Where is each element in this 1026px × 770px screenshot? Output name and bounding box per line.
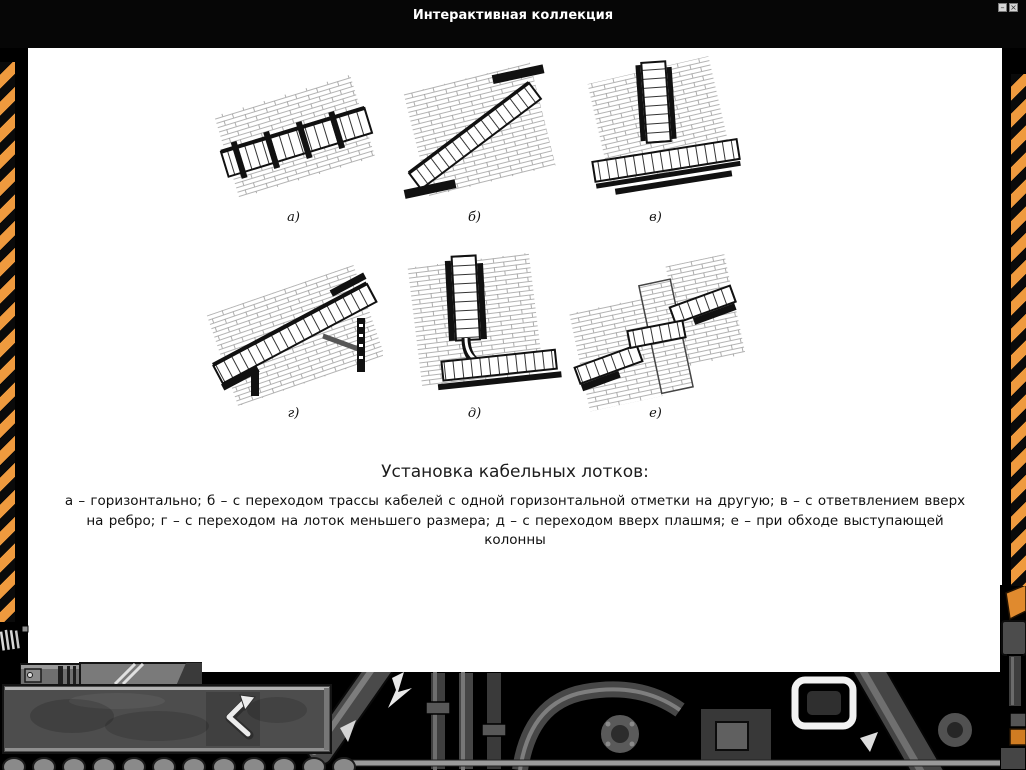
caption-body: а – горизонтально; б – с переходом трасс… <box>59 492 971 551</box>
caption-title: Установка кабельных лотков: <box>28 462 1002 482</box>
figure-v: в) <box>565 56 746 252</box>
figure-label: в) <box>649 210 662 225</box>
figure-label: а) <box>287 210 300 225</box>
figure-a-drawing <box>205 56 383 224</box>
figure-g: г) <box>203 252 384 448</box>
application-window: { "window": { "title": "Интерактивная ко… <box>0 0 1026 770</box>
hazard-stripe-left <box>0 62 15 622</box>
minimize-button[interactable]: – <box>998 3 1007 12</box>
figure-d: д) <box>384 252 565 448</box>
metal-strip-art <box>20 662 202 686</box>
window-title: Интерактивная коллекция <box>0 8 1026 23</box>
right-edge-art <box>1000 585 1026 770</box>
figure-g-drawing <box>205 252 383 420</box>
figure-v-drawing <box>567 56 745 224</box>
figure-grid: а) б) <box>203 56 748 448</box>
figure-b: б) <box>384 56 565 252</box>
figure-label: б) <box>468 210 481 225</box>
figure-a: а) <box>203 56 384 252</box>
figure-label: е) <box>649 406 662 421</box>
back-button[interactable] <box>2 684 332 754</box>
figure-d-drawing <box>386 252 564 420</box>
figure-label: г) <box>288 406 300 421</box>
content-area: а) б) <box>28 48 1002 672</box>
coil-art <box>0 618 30 662</box>
figure-e-drawing <box>567 252 745 420</box>
figure-e: е) <box>565 252 746 448</box>
hazard-stripe-right <box>1011 74 1026 586</box>
close-button[interactable]: × <box>1009 3 1018 12</box>
title-bar: Интерактивная коллекция <box>0 0 1026 48</box>
figure-b-drawing <box>386 56 564 224</box>
back-panel-art <box>2 684 332 754</box>
figure-label: д) <box>468 406 481 421</box>
